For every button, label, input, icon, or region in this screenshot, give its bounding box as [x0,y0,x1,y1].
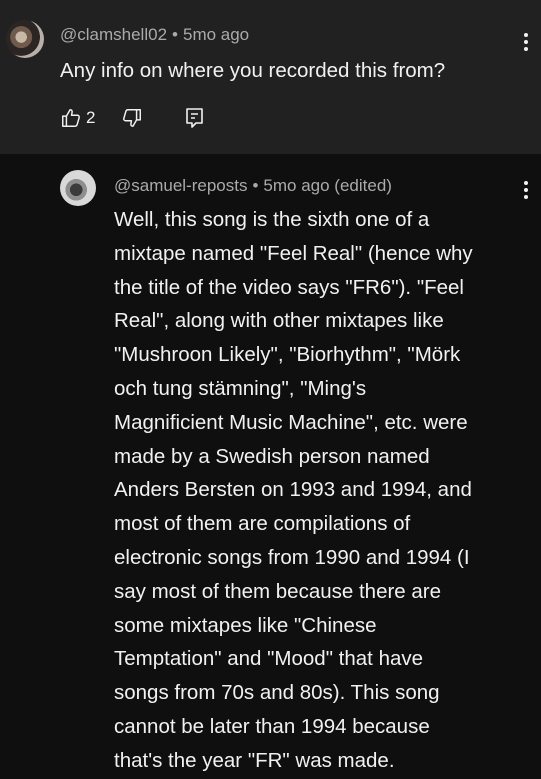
comment-thread-top: @clamshell02 • 5mo ago Any info on where y… [0,0,541,154]
more-vertical-icon [524,181,528,199]
more-vertical-icon [524,33,528,51]
separator-dot: • [172,25,178,44]
comment-text-line: cannot be later than 1994 because [114,714,430,738]
like-count: 2 [86,108,96,127]
comment-text-line: Magnificient Music Machine", etc. were [114,410,468,434]
dislike-button[interactable] [121,107,143,129]
comment-header: @samuel-reposts • 5mo ago (edited) [114,176,392,196]
comment-text-line: electronic songs from 1990 and 1994 (I [114,545,470,569]
comment-text-line: say most of them because there are [114,579,442,603]
more-options-button[interactable] [514,26,538,58]
avatar[interactable] [6,20,44,58]
comment-text-line: songs from 70s and 80s). This song [114,681,440,705]
reply-icon [186,108,204,128]
author-name[interactable]: @clamshell02 [60,25,167,44]
comment-text: Well, this song is the sixth one of a mi… [114,203,528,778]
comment-actions: 2 [60,104,205,132]
comment-text-line: Temptation" and "Mood" that have [114,647,424,671]
comment-text-line: "Mushroon Likely", "Biorhythm", "Mörk [114,343,461,367]
thumbs-down-icon [123,109,142,127]
comment-text-line: that's the year "FR" was made. [114,748,395,772]
comment-text-line: och tung stämning", "Ming's [114,376,367,400]
avatar[interactable] [60,170,96,206]
comment-text-line: the title of the video says "FR6"). "Fee… [114,275,464,299]
timestamp: 5mo ago (edited) [263,176,392,195]
author-name[interactable]: @samuel-reposts [114,176,247,195]
comment-text-line: some mixtapes like "Chinese [114,613,377,637]
comment-text-line: most of them are compilations of [114,512,411,536]
reply-button[interactable] [185,107,205,129]
comment-text-line: Well, this song is the sixth one of a [114,208,430,231]
thumbs-up-icon [62,109,80,127]
timestamp: 5mo ago [182,25,250,44]
comment-header: @clamshell02 • 5mo ago [60,25,249,45]
separator-dot: • [252,176,259,195]
comment-text-line: Real", along with other mixtapes like [114,309,444,333]
comment-text-line: made by a Swedish person named [114,444,430,468]
like-button[interactable]: 2 [60,107,95,129]
more-options-button[interactable] [514,174,538,206]
comment-text-line: mixtape named "Feel Real" (hence why [114,241,473,265]
comment-text: Any info on where you recorded this from… [60,59,446,82]
comment-text-line: Anders Bersten on 1993 and 1994, and [114,478,472,502]
